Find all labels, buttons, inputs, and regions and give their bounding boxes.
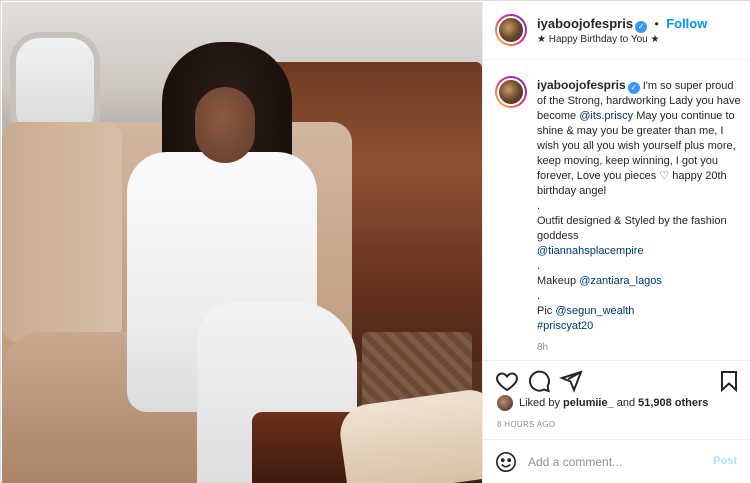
action-bar (483, 360, 750, 396)
mention-link[interactable]: @tiannahsplacempire (537, 244, 742, 259)
likes-count[interactable]: 51,908 others (638, 397, 708, 409)
caption-avatar[interactable] (495, 76, 527, 108)
caption-dot: . (537, 260, 541, 272)
caption-username[interactable]: iyaboojofespris (537, 78, 626, 92)
mention-link[interactable]: @segun_wealth (555, 305, 634, 317)
follow-button[interactable]: Follow (666, 16, 707, 31)
caption-dot: . (537, 290, 541, 302)
avatar-image (497, 16, 525, 44)
heart-emoji: ♡ (659, 170, 670, 182)
post-comment-button[interactable]: Post (713, 455, 737, 467)
post-frame: iyaboojofespris ✓ • Follow ★ Happy Birthd… (0, 0, 750, 483)
person-face (195, 87, 255, 163)
avatar-image (497, 78, 525, 106)
share-icon[interactable] (559, 369, 583, 393)
liker-username[interactable]: pelumiie_ (563, 397, 614, 409)
comment-input[interactable] (528, 453, 708, 471)
smiley-icon[interactable] (495, 451, 517, 473)
comment-bar: Post (483, 439, 750, 483)
pic-label: Pic (537, 305, 556, 317)
caption-area: iyaboojofespris ✓ I'm so super proud of t… (483, 60, 750, 360)
author-avatar[interactable] (495, 14, 527, 46)
caption-time[interactable]: 8h (537, 342, 548, 353)
separator-dot: • (654, 17, 659, 31)
mention-link[interactable]: @its.priscy (579, 110, 633, 122)
likes-and: and (616, 397, 636, 409)
caption-dot: . (537, 200, 541, 212)
outfit-credit: Outfit designed & Styled by the fashion … (537, 215, 727, 242)
author-username[interactable]: iyaboojofespris (537, 16, 633, 31)
heart-icon[interactable] (495, 369, 519, 393)
header-line: iyaboojofespris ✓ • Follow (537, 15, 707, 33)
comment-icon[interactable] (527, 369, 551, 393)
mention-link[interactable]: @zantiara_lagos (579, 275, 662, 287)
post-sidebar: iyaboojofespris ✓ • Follow ★ Happy Birthd… (482, 2, 750, 483)
bookmark-icon[interactable] (717, 369, 741, 393)
cushion (336, 386, 482, 483)
liker-avatar[interactable] (497, 395, 513, 411)
caption-text: iyaboojofespris ✓ I'm so super proud of t… (537, 78, 742, 334)
post-photo[interactable] (2, 2, 482, 483)
makeup-label: Makeup (537, 275, 580, 287)
post-timestamp[interactable]: 8 HOURS AGO (497, 420, 555, 429)
seat-back (2, 122, 122, 342)
verified-badge-icon: ✓ (627, 82, 640, 94)
likes-summary: Liked by pelumiie_ and 51,908 others (497, 395, 708, 411)
verified-badge-icon: ✓ (635, 21, 648, 33)
post-header: iyaboojofespris ✓ • Follow ★ Happy Birthd… (483, 2, 750, 60)
hashtag-link[interactable]: #priscyat20 (537, 319, 742, 334)
post-subtitle: ★ Happy Birthday to You ★ (537, 34, 660, 45)
likes-prefix: Liked by (519, 397, 560, 409)
